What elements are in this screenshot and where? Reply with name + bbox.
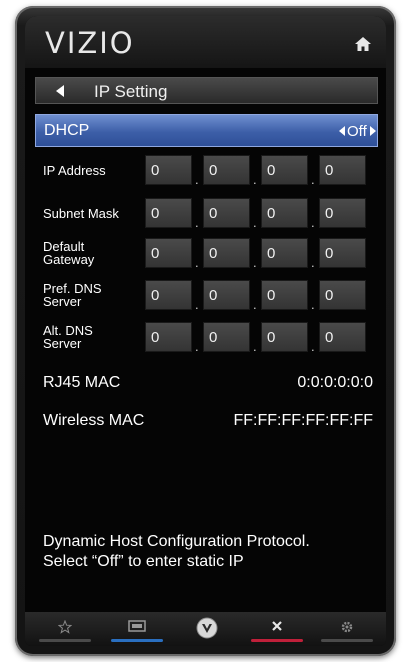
separator-dot: . bbox=[195, 297, 199, 312]
dhcp-setting[interactable]: DHCP Off bbox=[35, 114, 378, 147]
gear-icon bbox=[341, 621, 353, 633]
octet-field[interactable]: 0 bbox=[203, 198, 250, 228]
field-label: Default Gateway bbox=[43, 239, 95, 267]
field-label: Subnet Mask bbox=[43, 205, 119, 221]
separator-dot: . bbox=[311, 255, 315, 270]
subnet-mask-row: Subnet Mask 0 . 0 . 0 . 0 bbox=[35, 197, 378, 230]
separator-dot: . bbox=[253, 172, 257, 187]
separator-dot: . bbox=[195, 172, 199, 187]
default-gateway-row: Default Gateway 0 . 0 . 0 . 0 bbox=[35, 237, 378, 270]
octet-field[interactable]: 0 bbox=[145, 280, 192, 310]
octet-field[interactable]: 0 bbox=[145, 322, 192, 352]
alt-dns-row: Alt. DNS Server 0 . 0 . 0 . 0 bbox=[35, 321, 378, 354]
wireless-mac-label: Wireless MAC bbox=[43, 412, 145, 429]
nav-input-button[interactable] bbox=[107, 612, 167, 646]
octet-field[interactable]: 0 bbox=[203, 322, 250, 352]
help-line: Select “Off” to enter static IP bbox=[43, 553, 244, 570]
nav-close-button[interactable] bbox=[247, 612, 307, 646]
separator-dot: . bbox=[253, 215, 257, 230]
octet-field[interactable]: 0 bbox=[145, 198, 192, 228]
rj45-mac-label: RJ45 MAC bbox=[43, 374, 121, 391]
nav-accent bbox=[321, 639, 373, 642]
dhcp-label: DHCP bbox=[44, 122, 90, 139]
octet-field[interactable]: 0 bbox=[145, 155, 192, 185]
nav-star-button[interactable] bbox=[35, 612, 95, 646]
dhcp-value: Off bbox=[347, 123, 367, 140]
separator-dot: . bbox=[195, 215, 199, 230]
wireless-mac-row: Wireless MAC FF:FF:FF:FF:FF:FF bbox=[43, 412, 373, 432]
octet-field[interactable]: 0 bbox=[261, 322, 308, 352]
input-icon bbox=[128, 620, 146, 632]
close-icon bbox=[272, 621, 282, 631]
vizio-logo: VIZIO bbox=[45, 26, 135, 60]
vizio-v-icon bbox=[196, 617, 218, 639]
screen: VIZIO IP Setting DHCP Off IP Address 0 .… bbox=[25, 16, 386, 646]
chevron-left-icon[interactable] bbox=[339, 126, 346, 136]
octet-field[interactable]: 0 bbox=[203, 280, 250, 310]
separator-dot: . bbox=[311, 215, 315, 230]
octet-field[interactable]: 0 bbox=[261, 155, 308, 185]
nav-settings-button[interactable] bbox=[317, 612, 377, 646]
bottom-nav-bar bbox=[25, 612, 386, 646]
separator-dot: . bbox=[195, 339, 199, 354]
octet-field[interactable]: 0 bbox=[319, 198, 366, 228]
help-description: Dynamic Host Configuration Protocol. Sel… bbox=[43, 532, 373, 572]
octet-field[interactable]: 0 bbox=[261, 238, 308, 268]
octet-field[interactable]: 0 bbox=[203, 238, 250, 268]
nav-accent bbox=[111, 639, 163, 642]
chevron-right-icon[interactable] bbox=[369, 126, 376, 136]
menu-title-bar[interactable]: IP Setting bbox=[35, 77, 378, 104]
octet-field[interactable]: 0 bbox=[261, 198, 308, 228]
field-label: Alt. DNS Server bbox=[43, 323, 93, 351]
pref-dns-row: Pref. DNS Server 0 . 0 . 0 . 0 bbox=[35, 279, 378, 312]
wireless-mac-value: FF:FF:FF:FF:FF:FF bbox=[233, 412, 373, 429]
separator-dot: . bbox=[253, 255, 257, 270]
nav-accent bbox=[251, 639, 303, 642]
star-icon bbox=[58, 620, 72, 634]
rj45-mac-value: 0:0:0:0:0:0 bbox=[297, 374, 373, 391]
tv-remote-device: VIZIO IP Setting DHCP Off IP Address 0 .… bbox=[15, 6, 396, 656]
separator-dot: . bbox=[253, 297, 257, 312]
separator-dot: . bbox=[311, 339, 315, 354]
octet-field[interactable]: 0 bbox=[319, 238, 366, 268]
separator-dot: . bbox=[311, 172, 315, 187]
nav-accent bbox=[39, 639, 91, 642]
octet-field[interactable]: 0 bbox=[319, 155, 366, 185]
field-label: Pref. DNS Server bbox=[43, 281, 102, 309]
field-label: IP Address bbox=[43, 162, 106, 178]
separator-dot: . bbox=[195, 255, 199, 270]
octet-field[interactable]: 0 bbox=[319, 280, 366, 310]
page-title: IP Setting bbox=[94, 82, 168, 101]
nav-vizio-button[interactable] bbox=[177, 612, 237, 646]
separator-dot: . bbox=[311, 297, 315, 312]
home-icon[interactable] bbox=[354, 36, 372, 52]
header-bar: VIZIO bbox=[25, 16, 386, 68]
rj45-mac-row: RJ45 MAC 0:0:0:0:0:0 bbox=[43, 374, 373, 394]
octet-field[interactable]: 0 bbox=[203, 155, 250, 185]
octet-field[interactable]: 0 bbox=[261, 280, 308, 310]
help-line: Dynamic Host Configuration Protocol. bbox=[43, 533, 310, 550]
ip-address-row: IP Address 0 . 0 . 0 . 0 bbox=[35, 154, 378, 187]
separator-dot: . bbox=[253, 339, 257, 354]
octet-field[interactable]: 0 bbox=[145, 238, 192, 268]
octet-field[interactable]: 0 bbox=[319, 322, 366, 352]
left-triangle-icon[interactable] bbox=[56, 85, 65, 97]
